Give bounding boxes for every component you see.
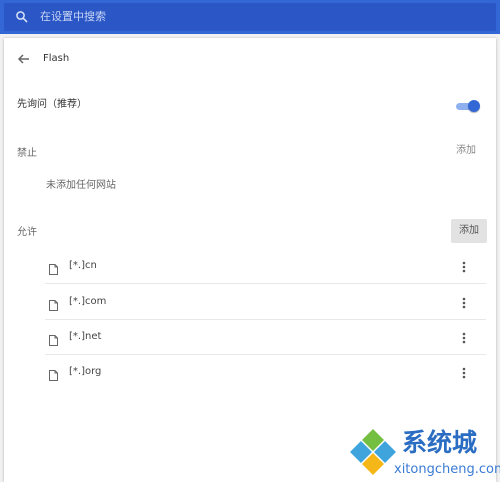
watermark-logo-icon: [347, 426, 399, 478]
watermark-brand: 系统城: [402, 428, 478, 457]
allowed-site-row: [*.]cn: [45, 249, 486, 284]
allowed-site-pattern: [*.]cn: [69, 260, 97, 271]
block-empty-text: 未添加任何网站: [46, 180, 116, 191]
back-arrow-icon[interactable]: [16, 51, 32, 67]
allowed-site-row: [*.]net: [45, 320, 486, 355]
allowed-site-row: [*.]com: [45, 285, 486, 320]
search-icon: [14, 9, 30, 25]
more-vert-icon[interactable]: [460, 295, 468, 309]
toggle-knob: [468, 100, 480, 112]
allowed-site-row: [*.]org: [45, 355, 486, 389]
search-placeholder[interactable]: 在设置中搜索: [40, 9, 106, 25]
flash-settings-card: Flash 先询问（推荐） 禁止 添加 未添加任何网站 允许 添加 [*.]cn…: [4, 38, 496, 482]
ask-first-label: 先询问（推荐）: [17, 99, 87, 110]
allow-section-label: 允许: [17, 227, 37, 238]
file-icon: [49, 260, 58, 275]
watermark-url: xitongcheng.com: [394, 462, 500, 477]
ask-first-toggle[interactable]: [456, 100, 480, 112]
settings-search-box[interactable]: 在设置中搜索: [4, 3, 496, 31]
block-section-label: 禁止: [17, 148, 37, 159]
more-vert-icon[interactable]: [460, 330, 468, 344]
more-vert-icon[interactable]: [460, 259, 468, 273]
allowed-site-pattern: [*.]net: [69, 331, 102, 342]
allow-add-button[interactable]: 添加: [451, 219, 487, 243]
file-icon: [49, 296, 58, 311]
file-icon: [49, 331, 58, 346]
block-add-button[interactable]: 添加: [456, 144, 476, 158]
page-title: Flash: [43, 53, 70, 64]
file-icon: [49, 366, 58, 381]
more-vert-icon[interactable]: [460, 365, 468, 379]
allowed-site-pattern: [*.]org: [69, 366, 102, 377]
settings-header: 在设置中搜索: [0, 0, 500, 34]
allowed-site-pattern: [*.]com: [69, 296, 107, 307]
